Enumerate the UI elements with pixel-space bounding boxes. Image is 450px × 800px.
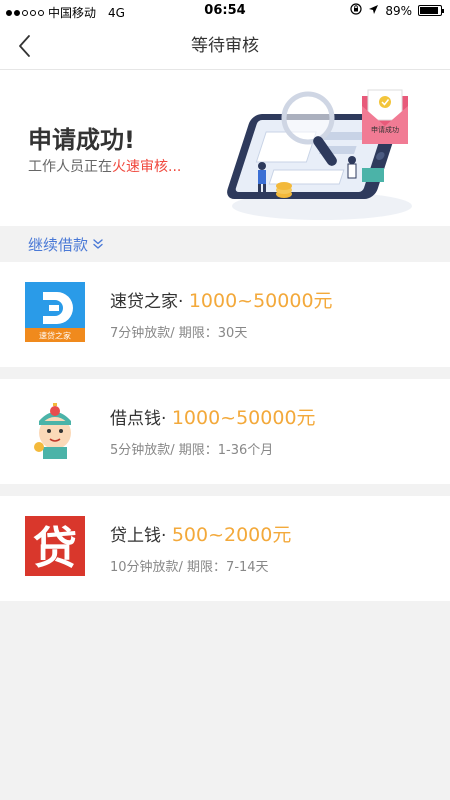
- loan-name: 贷上钱·: [110, 526, 167, 546]
- double-chevron-down-icon[interactable]: [92, 238, 104, 250]
- review-illustration: 申请成功: [227, 89, 412, 220]
- chevron-left-icon[interactable]: [17, 34, 31, 58]
- loan-name: 借点钱·: [110, 409, 167, 429]
- envelope-label: 申请成功: [371, 125, 399, 134]
- loan-title: 借点钱· 1000~50000元: [110, 403, 316, 430]
- loan-amount: 1000~50000元: [188, 290, 333, 312]
- loan-name: 速贷之家·: [110, 292, 184, 312]
- jiedianqian-logo-icon: [25, 399, 85, 459]
- success-subtitle: 工作人员正在火速审核...: [28, 156, 181, 176]
- sudai-logo-icon: 速贷之家: [25, 282, 85, 342]
- subtitle-highlight: 火速审核...: [112, 159, 182, 175]
- dai-logo-text: 贷: [33, 523, 77, 574]
- loan-amount: 500~2000元: [171, 524, 292, 546]
- back-button[interactable]: [8, 30, 40, 62]
- loan-title: 贷上钱· 500~2000元: [110, 520, 291, 547]
- battery-icon: [418, 5, 444, 16]
- subtitle-prefix: 工作人员正在: [28, 159, 112, 175]
- loan-card[interactable]: 贷 贷上钱· 500~2000元 10分钟放款/ 期限：7-14天: [0, 496, 450, 601]
- navigation-bar: 等待审核: [0, 22, 450, 70]
- status-icons: 89%: [350, 3, 444, 18]
- loan-card[interactable]: 借点钱· 1000~50000元 5分钟放款/ 期限：1-36个月: [0, 379, 450, 484]
- loan-meta: 7分钟放款/ 期限：30天: [110, 326, 248, 341]
- daishangqian-logo-icon: 贷: [25, 516, 85, 576]
- loan-meta: 5分钟放款/ 期限：1-36个月: [110, 443, 274, 458]
- divider: [0, 367, 450, 379]
- sudai-logo-text: 速贷之家: [39, 331, 71, 341]
- divider: [0, 484, 450, 496]
- success-banner: 申请成功! 工作人员正在火速审核... 申请成功: [0, 70, 450, 226]
- location-arrow-icon: [368, 4, 379, 18]
- page-title: 等待审核: [191, 36, 259, 56]
- rotation-lock-icon: [350, 3, 362, 18]
- loan-meta: 10分钟放款/ 期限：7-14天: [110, 560, 269, 575]
- continue-borrowing-link[interactable]: 继续借款: [0, 226, 450, 262]
- status-bar: 中国移动 4G 06:54 89%: [0, 0, 450, 22]
- success-title: 申请成功!: [28, 126, 135, 154]
- loan-title: 速贷之家· 1000~50000元: [110, 286, 333, 313]
- battery-percent: 89%: [385, 3, 412, 18]
- loan-card[interactable]: 速贷之家 速贷之家· 1000~50000元 7分钟放款/ 期限：30天: [0, 262, 450, 367]
- loan-amount: 1000~50000元: [171, 407, 316, 429]
- continue-label[interactable]: 继续借款: [28, 234, 88, 255]
